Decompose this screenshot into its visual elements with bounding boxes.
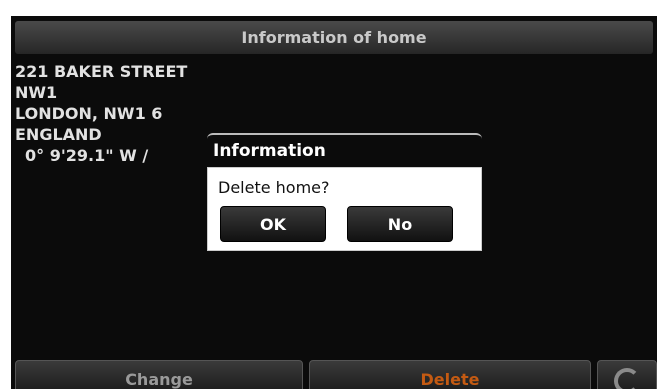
address-block: 221 BAKER STREET NW1 LONDON, NW1 6 ENGLA… [15,61,187,166]
dialog-title: Information [213,141,326,161]
refresh-button[interactable] [597,360,657,389]
header-title: Information of home [15,21,653,54]
bottom-toolbar: Change Delete [11,360,657,389]
address-line-street: 221 BAKER STREET [15,62,188,81]
confirm-dialog: Information Delete home? OK No [207,133,482,251]
dialog-message: Delete home? [218,178,330,197]
nav-screen: Information of home 221 BAKER STREET NW1… [11,16,657,389]
address-line-country: ENGLAND [15,125,102,144]
refresh-icon [614,368,640,389]
address-line-city: LONDON, NW1 6 [15,104,163,123]
dialog-body: Delete home? OK No [207,167,482,251]
address-line-postcode: NW1 [15,83,58,102]
dialog-header: Information [207,133,482,167]
no-button[interactable]: No [347,206,453,242]
ok-button[interactable]: OK [220,206,326,242]
coordinates-text: 0° 9'29.1" W / [25,146,149,165]
delete-button[interactable]: Delete [309,360,591,389]
change-button[interactable]: Change [15,360,303,389]
